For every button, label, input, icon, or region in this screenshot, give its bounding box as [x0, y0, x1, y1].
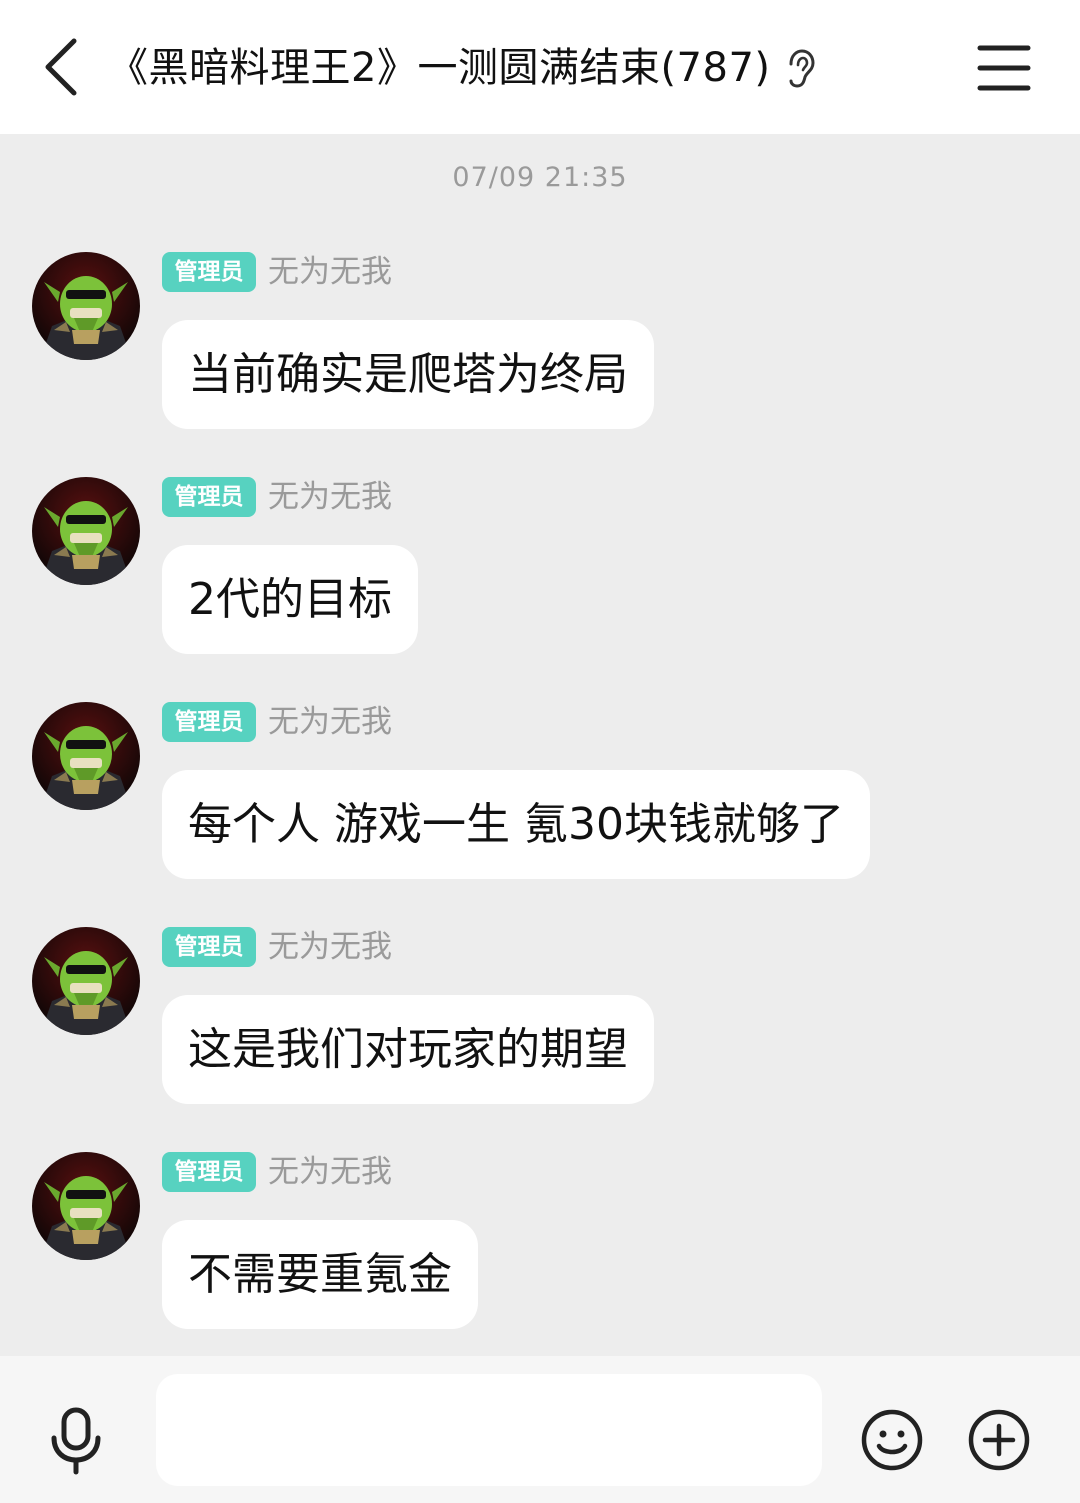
avatar[interactable]	[32, 927, 140, 1035]
chat-message: 管理员 无为无我当前确实是爬塔为终局	[0, 252, 1080, 452]
message-bubble[interactable]: 2代的目标	[162, 545, 418, 654]
chat-message: 管理员 无为无我这是我们对玩家的期望	[0, 927, 1080, 1127]
avatar[interactable]	[32, 252, 140, 360]
hamburger-menu-icon[interactable]	[974, 40, 1034, 96]
admin-badge: 管理员	[162, 927, 256, 967]
chat-message: 管理员 无为无我不需要重氪金	[0, 1152, 1080, 1352]
avatar[interactable]	[32, 477, 140, 585]
sender-name[interactable]: 无为无我	[268, 477, 392, 517]
chat-message: 管理员 无为无我 2代的目标	[0, 477, 1080, 677]
plus-circle-icon[interactable]	[967, 1408, 1031, 1472]
back-button[interactable]	[30, 34, 90, 100]
chevron-left-icon	[45, 38, 77, 96]
message-bubble[interactable]: 这是我们对玩家的期望	[162, 995, 654, 1104]
admin-badge: 管理员	[162, 1152, 256, 1192]
sender-name[interactable]: 无为无我	[268, 252, 392, 292]
message-input[interactable]	[156, 1374, 822, 1486]
message-bubble[interactable]: 不需要重氪金	[162, 1220, 478, 1329]
chat-header: 《黑暗料理王2》一测圆满结束(787)	[0, 0, 1080, 134]
admin-badge: 管理员	[162, 477, 256, 517]
smiley-icon[interactable]	[860, 1408, 924, 1472]
admin-badge: 管理员	[162, 702, 256, 742]
avatar[interactable]	[32, 1152, 140, 1260]
ear-icon[interactable]	[782, 48, 816, 90]
sender-name[interactable]: 无为无我	[268, 702, 392, 742]
microphone-icon[interactable]	[46, 1406, 106, 1476]
sender-name[interactable]: 无为无我	[268, 927, 392, 967]
chat-message: 管理员 无为无我每个人 游戏一生 氪30块钱就够了	[0, 702, 1080, 902]
avatar[interactable]	[32, 702, 140, 810]
sender-name[interactable]: 无为无我	[268, 1152, 392, 1192]
chat-area[interactable]: 07/09 21:35 管理员 无为无我 当前确实是爬塔为终局 管理员 无为无我 2代的目…	[0, 134, 1080, 1356]
group-title: 《黑暗料理王2》一测圆满结束(787)	[108, 45, 771, 91]
message-timestamp: 07/09 21:35	[452, 162, 628, 193]
message-bubble[interactable]: 每个人 游戏一生 氪30块钱就够了	[162, 770, 870, 879]
message-bubble[interactable]: 当前确实是爬塔为终局	[162, 320, 654, 429]
admin-badge: 管理员	[162, 252, 256, 292]
